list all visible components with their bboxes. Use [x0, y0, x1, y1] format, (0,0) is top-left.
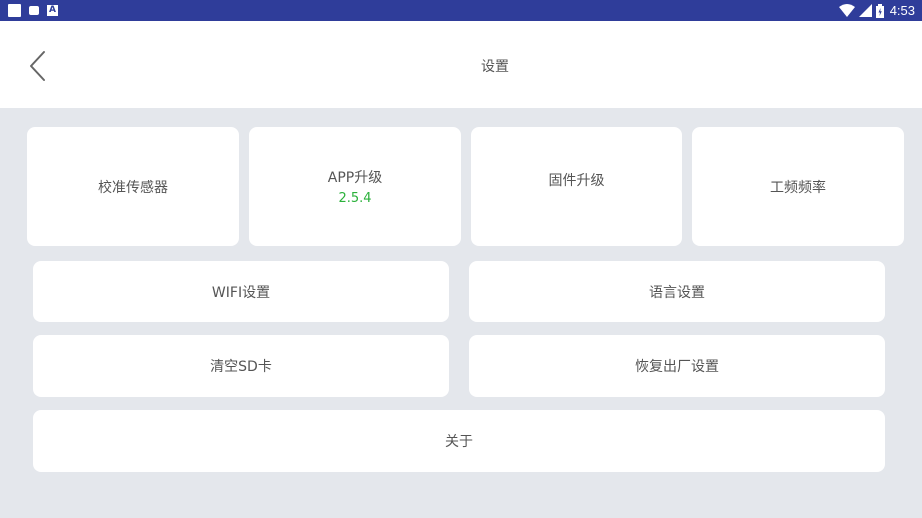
wifi-settings-label: WIFI设置	[211, 284, 271, 301]
app-upgrade-label: APP升级	[327, 170, 383, 186]
language-settings-card[interactable]: 语言设置	[469, 261, 885, 322]
sd-card-icon	[29, 6, 39, 15]
factory-reset-card[interactable]: 恢复出厂设置	[469, 335, 885, 397]
battery-icon	[875, 3, 884, 18]
factory-reset-label: 恢复出厂设置	[635, 359, 719, 375]
clear-sd-card[interactable]: 清空SD卡	[33, 335, 449, 397]
firmware-upgrade-card[interactable]: 固件升级	[471, 127, 682, 246]
power-frequency-card[interactable]: 工频频率	[692, 127, 904, 246]
a-notification-icon: A	[47, 5, 58, 16]
firmware-upgrade-label: 固件升级	[548, 173, 605, 189]
page-title: 设置	[481, 59, 509, 75]
header-bar: 设置	[0, 21, 922, 108]
app-upgrade-card[interactable]: APP升级 2.5.4	[249, 127, 461, 246]
clock: 4:53	[889, 3, 915, 18]
about-label: 关于	[445, 434, 473, 450]
about-card[interactable]: 关于	[33, 410, 885, 472]
signal-icon	[858, 4, 872, 17]
system-icons: 4:53	[838, 2, 915, 19]
wifi-icon	[838, 4, 855, 17]
language-settings-label: 语言设置	[649, 284, 705, 301]
clear-sd-label: 清空SD卡	[210, 359, 272, 375]
power-frequency-label: 工频频率	[770, 179, 826, 196]
app-version-label: 2.5.4	[338, 191, 372, 206]
calibrate-sensor-card[interactable]: 校准传感器	[27, 127, 239, 246]
wifi-settings-card[interactable]: WIFI设置	[33, 261, 449, 322]
calibrate-sensor-label: 校准传感器	[98, 179, 168, 196]
status-bar: A 4:53	[0, 0, 922, 21]
notification-square-icon	[8, 4, 21, 17]
notification-icons: A	[8, 3, 58, 18]
